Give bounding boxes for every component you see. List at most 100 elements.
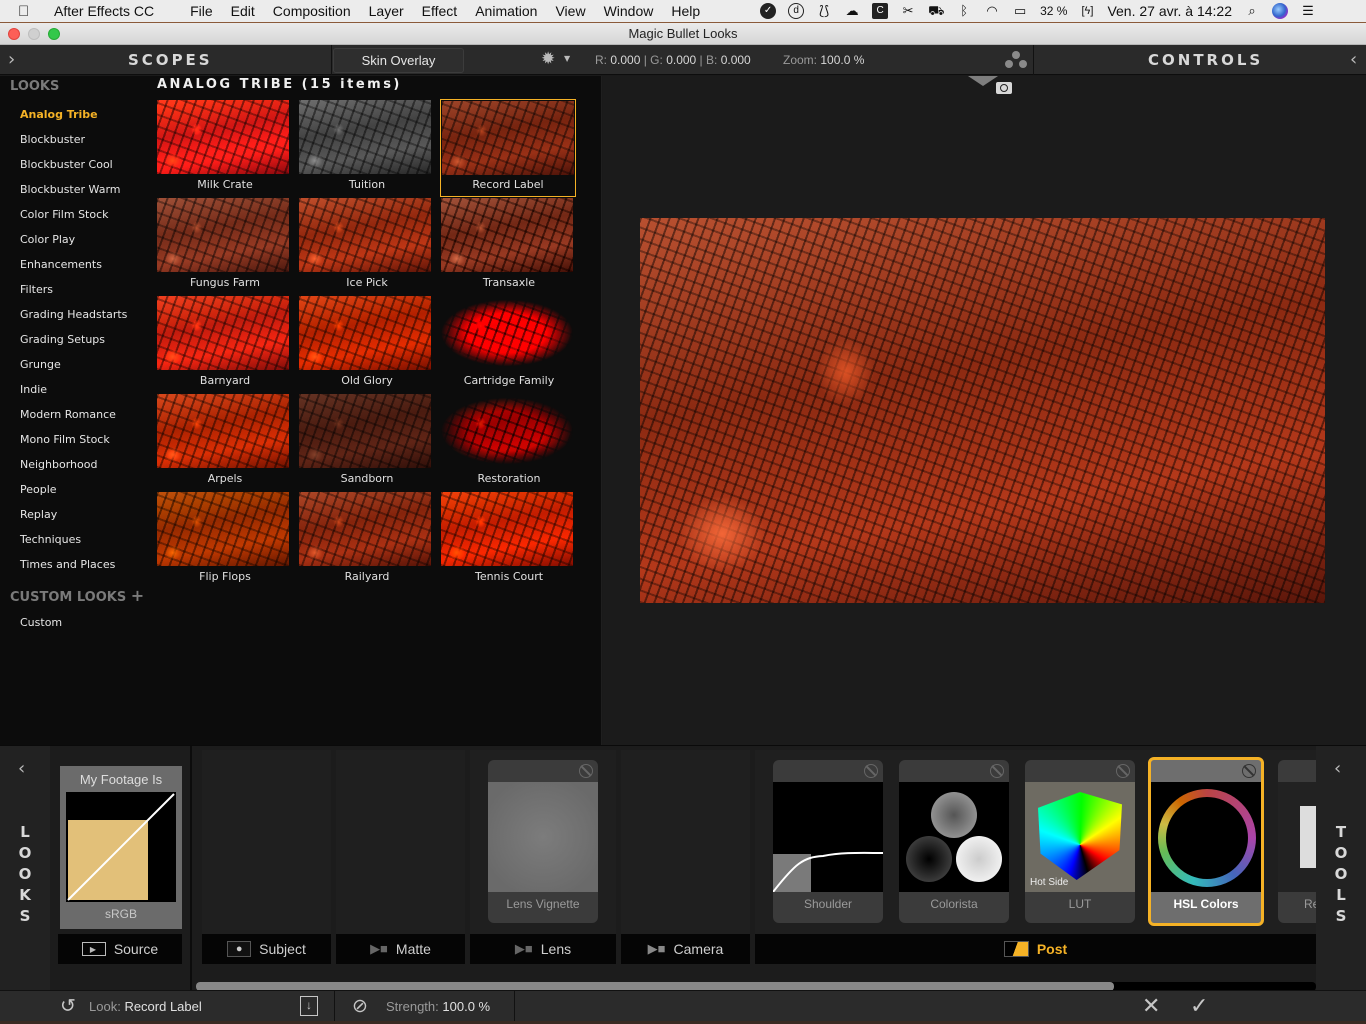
notification-center-icon[interactable]: ☰ [1300, 3, 1316, 19]
menu-view[interactable]: View [555, 3, 585, 19]
look-category-item[interactable]: Blockbuster Warm [20, 183, 121, 196]
chevron-right-icon[interactable]: › [8, 49, 15, 70]
look-category-item[interactable]: Techniques [20, 533, 81, 546]
strength-disable-icon[interactable]: ⊘ [352, 995, 368, 1018]
disable-icon[interactable] [990, 764, 1004, 778]
clock[interactable]: Ven. 27 avr. à 14:22 [1107, 3, 1232, 19]
section-camera[interactable]: ▶■ Camera [621, 934, 750, 964]
look-thumbnail[interactable]: Record Label [440, 99, 576, 197]
tool-card-lens-vignette[interactable]: Lens Vignette [488, 760, 598, 923]
bluetooth-icon[interactable]: ᛒ [956, 3, 972, 19]
menu-window[interactable]: Window [604, 3, 654, 19]
look-thumbnail[interactable]: Cartridge Family [441, 296, 577, 394]
menu-effect[interactable]: Effect [422, 3, 458, 19]
look-category-item[interactable]: Analog Tribe [20, 108, 98, 121]
apple-menu-icon[interactable]:  [18, 3, 44, 20]
look-category-item[interactable]: Blockbuster Cool [20, 158, 113, 171]
add-custom-look-icon[interactable]: + [131, 586, 144, 605]
tool-card-shoulder[interactable]: Shoulder [773, 760, 883, 923]
controls-header[interactable]: CONTROLS ‹ [1033, 45, 1366, 75]
custom-look-item[interactable]: Custom [20, 616, 62, 629]
look-thumbnail[interactable]: Sandborn [299, 394, 435, 492]
checkmark-status-icon[interactable]: ✓ [760, 3, 777, 19]
look-thumbnail[interactable]: Tuition [299, 100, 435, 198]
menu-edit[interactable]: Edit [231, 3, 255, 19]
siri-icon[interactable] [1272, 3, 1288, 19]
save-look-icon[interactable]: ↓ [300, 996, 318, 1016]
look-category-item[interactable]: Blockbuster [20, 133, 85, 146]
disable-icon[interactable] [1242, 764, 1256, 778]
section-lens[interactable]: ▶■ Lens [470, 934, 616, 964]
footage-colorspace[interactable]: sRGB [60, 907, 182, 921]
look-thumbnail[interactable]: Milk Crate [157, 100, 293, 198]
section-subject[interactable]: ● Subject [202, 934, 331, 964]
look-category-item[interactable]: Enhancements [20, 258, 102, 271]
chevron-left-icon[interactable]: ‹ [1350, 49, 1357, 70]
spotlight-search-icon[interactable]: ⌕ [1244, 3, 1260, 19]
chevron-left-icon[interactable]: ‹ [1334, 758, 1341, 779]
tools-side-tab[interactable]: ‹ TOOLS [1316, 746, 1366, 991]
look-thumbnail[interactable]: Tennis Court [441, 492, 577, 590]
tool-card-partial[interactable]: Re [1278, 760, 1316, 923]
scopes-header[interactable]: › SCOPES [0, 45, 248, 75]
cloud-upload-icon[interactable]: ☁ [844, 3, 860, 19]
look-thumbnail[interactable]: Fungus Farm [157, 198, 293, 296]
reset-icon[interactable]: ↺ [60, 995, 76, 1018]
snapshot-camera-icon[interactable] [996, 82, 1012, 94]
section-post[interactable]: Post [755, 934, 1316, 964]
confirm-check-icon[interactable]: ✓ [1190, 993, 1208, 1019]
section-matte[interactable]: ▶■ Matte [336, 934, 465, 964]
gear-icon[interactable]: ✹ [541, 49, 555, 69]
look-category-item[interactable]: Grunge [20, 358, 61, 371]
wifi-icon[interactable]: ◠ [984, 3, 1000, 19]
look-thumbnail[interactable]: Transaxle [441, 198, 577, 296]
caret-down-icon[interactable]: ▼ [564, 54, 570, 63]
strength-readout[interactable]: Strength: 100.0 % [386, 999, 490, 1014]
preview-image[interactable] [640, 218, 1325, 603]
color-dots-icon[interactable] [1003, 51, 1029, 69]
tool-card-lut[interactable]: Hot Side LUT [1025, 760, 1135, 923]
disable-icon[interactable] [1116, 764, 1130, 778]
look-thumbnail[interactable]: Old Glory [299, 296, 435, 394]
menu-help[interactable]: Help [671, 3, 700, 19]
look-thumbnail[interactable]: Ice Pick [299, 198, 435, 296]
look-thumbnail[interactable]: Arpels [157, 394, 293, 492]
section-source[interactable]: ▶ Source [58, 934, 182, 964]
tool-status-icon[interactable]: ✂ [900, 3, 916, 19]
looks-side-tab[interactable]: ‹ LOOKS [0, 746, 50, 991]
battery-icon[interactable]: [ϟ] [1079, 3, 1095, 19]
viewer-dropdown-triangle-icon[interactable] [968, 76, 998, 86]
look-thumbnail[interactable]: Restoration [441, 394, 577, 492]
disable-icon[interactable] [579, 764, 593, 778]
look-category-item[interactable]: People [20, 483, 57, 496]
d-status-icon[interactable]: d [788, 3, 805, 19]
skin-overlay-button[interactable]: Skin Overlay [333, 48, 464, 73]
look-category-item[interactable]: Modern Romance [20, 408, 116, 421]
tool-card-colorista[interactable]: Colorista [899, 760, 1009, 923]
look-category-item[interactable]: Filters [20, 283, 53, 296]
disable-icon[interactable] [864, 764, 878, 778]
menu-file[interactable]: File [190, 3, 213, 19]
look-category-item[interactable]: Neighborhood [20, 458, 97, 471]
look-thumbnail[interactable]: Railyard [299, 492, 435, 590]
footage-card[interactable]: My Footage Is sRGB [60, 766, 182, 929]
look-thumbnail[interactable]: Flip Flops [157, 492, 293, 590]
look-category-item[interactable]: Color Play [20, 233, 75, 246]
look-category-item[interactable]: Replay [20, 508, 57, 521]
truck-status-icon[interactable]: ⛟ [928, 3, 944, 19]
look-category-item[interactable]: Color Film Stock [20, 208, 109, 221]
look-thumbnail[interactable]: Barnyard [157, 296, 293, 394]
menu-app-name[interactable]: After Effects CC [54, 3, 154, 19]
look-category-item[interactable]: Times and Places [20, 558, 115, 571]
menu-layer[interactable]: Layer [369, 3, 404, 19]
menu-animation[interactable]: Animation [475, 3, 537, 19]
look-category-item[interactable]: Mono Film Stock [20, 433, 110, 446]
airplay-icon[interactable]: ▭ [1012, 3, 1028, 19]
look-category-item[interactable]: Grading Headstarts [20, 308, 127, 321]
menu-composition[interactable]: Composition [273, 3, 351, 19]
chevron-left-icon[interactable]: ‹ [18, 758, 25, 779]
tool-card-hsl-colors[interactable]: HSL Colors [1148, 757, 1264, 926]
look-category-item[interactable]: Grading Setups [20, 333, 105, 346]
cancel-x-icon[interactable]: ✕ [1142, 993, 1160, 1019]
app-status-icon[interactable]: C [872, 3, 889, 19]
